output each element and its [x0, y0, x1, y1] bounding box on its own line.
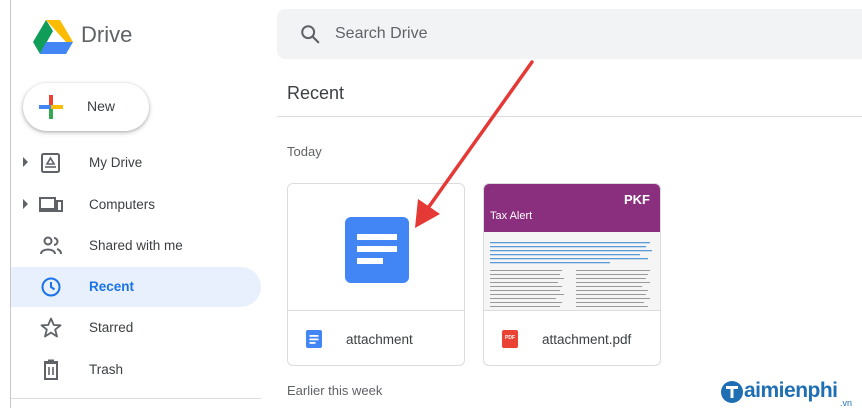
watermark-sub: .vn [839, 398, 852, 408]
app-title: Drive [81, 22, 133, 47]
trash-icon [44, 359, 58, 380]
sidebar-item-label: My Drive [89, 155, 143, 170]
sidebar-item-recent[interactable]: Recent [11, 267, 261, 307]
file-thumbnail[interactable] [288, 184, 464, 310]
sidebar-item-label: Recent [89, 279, 135, 294]
plus-icon [39, 95, 63, 119]
file-thumbnail[interactable]: PKF Tax Alert [484, 184, 660, 310]
file-card-attachment[interactable]: attachment [287, 183, 465, 366]
sidebar-item-my-drive[interactable]: My Drive [11, 143, 261, 183]
sidebar-item-label: Starred [89, 320, 134, 335]
expand-caret-icon[interactable] [23, 157, 28, 167]
sidebar-item-shared-with-me[interactable]: Shared with me [11, 226, 261, 266]
search-bar[interactable]: Search Drive [277, 9, 862, 59]
page-title: Recent [287, 83, 345, 103]
file-card-footer[interactable]: PDF attachment.pdf [484, 310, 660, 365]
divider [277, 116, 862, 117]
shared-icon [40, 236, 62, 255]
file-card-footer[interactable]: attachment [288, 310, 464, 365]
google-docs-file-icon [306, 330, 322, 348]
sidebar-item-starred[interactable]: Starred [11, 308, 261, 348]
sidebar-divider [11, 398, 261, 399]
expand-caret-icon[interactable] [23, 199, 28, 209]
star-icon [40, 317, 62, 338]
pdf-banner: PKF Tax Alert [484, 184, 660, 232]
sidebar-item-label: Trash [89, 362, 124, 377]
watermark: aimienphi .vn [720, 376, 858, 408]
file-card-attachment-pdf[interactable]: PKF Tax Alert PDF attachment.pdf [483, 183, 661, 366]
drive-logo-icon[interactable] [33, 20, 73, 54]
clock-icon [41, 277, 61, 297]
sidebar-item-computers[interactable]: Computers [11, 185, 261, 225]
pdf-heading: Tax Alert [490, 210, 533, 222]
docs-icon [345, 217, 409, 283]
pdf-file-icon-label: PDF [505, 335, 515, 341]
sidebar-item-label: Computers [89, 197, 156, 212]
computers-icon [39, 197, 63, 212]
new-button-label: New [87, 98, 116, 114]
sidebar-item-label: Shared with me [89, 238, 183, 253]
section-label-earlier-this-week: Earlier this week [287, 383, 383, 398]
file-name: attachment [346, 332, 413, 347]
new-button[interactable]: New [23, 83, 149, 131]
pdf-page-text-lines [490, 242, 652, 307]
search-icon[interactable] [299, 23, 321, 45]
drive-window: Drive Search Drive New My Drive Computer… [10, 0, 862, 408]
file-name: attachment.pdf [542, 332, 632, 347]
search-input[interactable]: Search Drive [335, 25, 427, 43]
sidebar-item-trash[interactable]: Trash [11, 350, 261, 390]
pdf-brand: PKF [624, 192, 650, 207]
watermark-text: aimienphi [744, 379, 838, 402]
section-label-today: Today [287, 144, 322, 159]
my-drive-icon [41, 153, 60, 173]
watermark-logo-icon [721, 381, 743, 403]
